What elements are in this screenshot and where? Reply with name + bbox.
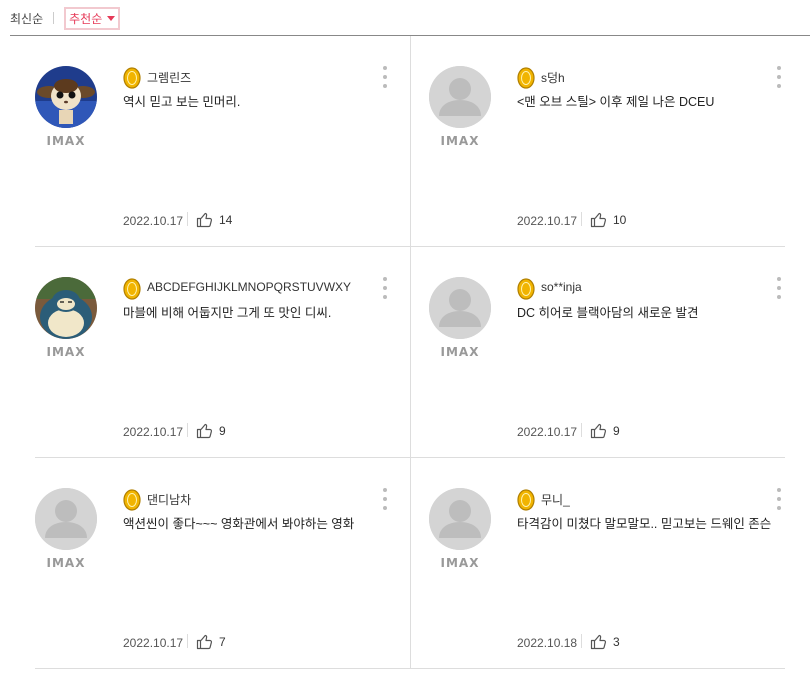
chevron-down-icon	[107, 15, 116, 21]
more-options-icon[interactable]	[772, 66, 786, 88]
review-text: <맨 오브 스틸> 이후 제일 나은 DCEU	[517, 95, 715, 109]
format-badge: IMAX	[440, 134, 480, 148]
gold-medal-icon	[123, 67, 141, 89]
divider	[581, 423, 582, 437]
review-card: IMAX so**inja DC 히어로 블랙아담의 새로운 발견 2022.1…	[429, 247, 804, 458]
review-date: 2022.10.17	[123, 425, 184, 439]
review-date: 2022.10.17	[123, 636, 184, 650]
sort-recommended-label: 추천순	[69, 11, 103, 26]
gold-medal-icon	[517, 278, 535, 300]
divider	[187, 634, 188, 648]
gold-medal-icon	[123, 489, 141, 511]
like-count: 9	[219, 423, 226, 438]
gold-medal-icon	[517, 489, 535, 511]
gold-medal-icon	[123, 278, 141, 300]
review-card: IMAX 댄디남차 액션씬이 좋다~~~ 영화관에서 봐야하는 영화 2022.…	[35, 458, 410, 669]
default-avatar[interactable]	[429, 488, 491, 550]
review-date: 2022.10.17	[123, 214, 184, 228]
like-count: 10	[613, 212, 627, 227]
more-options-icon[interactable]	[378, 277, 392, 299]
like-button[interactable]: 9	[196, 422, 226, 439]
like-count: 9	[613, 423, 620, 438]
review-text: 액션씬이 좋다~~~ 영화관에서 봐야하는 영화	[123, 517, 355, 531]
review-card: IMAX 무니_ 타격감이 미쳤다 말모말모.. 믿고보는 드웨인 존슨 202…	[429, 458, 804, 669]
sort-recommended-button[interactable]: 추천순	[64, 6, 121, 30]
like-button[interactable]: 9	[590, 422, 620, 439]
reviewer-name[interactable]: ABCDEFGHIJKLMNOPQRSTUVWXY	[147, 280, 351, 294]
divider	[187, 212, 188, 226]
like-button[interactable]: 7	[196, 633, 226, 650]
thumbs-up-icon	[196, 423, 213, 439]
more-options-icon[interactable]	[772, 277, 786, 299]
divider	[581, 634, 582, 648]
default-avatar[interactable]	[35, 488, 97, 550]
format-badge: IMAX	[46, 134, 86, 148]
format-badge: IMAX	[440, 345, 480, 359]
review-date: 2022.10.17	[517, 214, 578, 228]
review-card: IMAX ABCDEFGHIJKLMNOPQRSTUVWXY 마블에 비해 어둡…	[35, 247, 410, 458]
like-count: 3	[613, 634, 620, 649]
gold-medal-icon	[517, 67, 535, 89]
review-date: 2022.10.18	[517, 636, 578, 650]
review-date: 2022.10.17	[517, 425, 578, 439]
default-avatar[interactable]	[429, 66, 491, 128]
thumbs-up-icon	[590, 212, 607, 228]
format-badge: IMAX	[46, 556, 86, 570]
more-options-icon[interactable]	[378, 488, 392, 510]
thumbs-up-icon	[590, 423, 607, 439]
thumbs-up-icon	[196, 634, 213, 650]
more-options-icon[interactable]	[772, 488, 786, 510]
reviewer-name[interactable]: so**inja	[541, 280, 582, 294]
sort-latest-button[interactable]: 최신순	[10, 10, 43, 27]
reviewer-name[interactable]: s덩h	[541, 69, 565, 86]
avatar[interactable]	[35, 277, 97, 339]
review-text: DC 히어로 블랙아담의 새로운 발견	[517, 306, 699, 320]
more-options-icon[interactable]	[378, 66, 392, 88]
format-badge: IMAX	[440, 556, 480, 570]
thumbs-up-icon	[590, 634, 607, 650]
review-grid: IMAX 그렘린즈 역시 믿고 보는 민머리. 2022.10.17 14 IM…	[35, 36, 785, 669]
reviewer-name[interactable]: 그렘린즈	[147, 69, 191, 86]
thumbs-up-icon	[196, 212, 213, 228]
review-text: 타격감이 미쳤다 말모말모.. 믿고보는 드웨인 존슨	[517, 517, 772, 531]
reviewer-name[interactable]: 무니_	[541, 491, 570, 508]
like-count: 14	[219, 212, 233, 227]
sort-divider	[53, 12, 55, 24]
review-card: IMAX 그렘린즈 역시 믿고 보는 민머리. 2022.10.17 14	[35, 36, 410, 247]
like-count: 7	[219, 634, 226, 649]
like-button[interactable]: 3	[590, 633, 620, 650]
default-avatar[interactable]	[429, 277, 491, 339]
like-button[interactable]: 10	[590, 211, 626, 228]
divider	[581, 212, 582, 226]
column-divider	[410, 36, 411, 669]
like-button[interactable]: 14	[196, 211, 232, 228]
review-text: 마블에 비해 어둡지만 그게 또 맛인 디씨.	[123, 306, 332, 320]
reviewer-name[interactable]: 댄디남차	[147, 491, 191, 508]
format-badge: IMAX	[46, 345, 86, 359]
sort-bar: 최신순 추천순	[10, 5, 121, 31]
review-text: 역시 믿고 보는 민머리.	[123, 95, 241, 109]
divider	[187, 423, 188, 437]
review-card: IMAX s덩h <맨 오브 스틸> 이후 제일 나은 DCEU 2022.10…	[429, 36, 804, 247]
avatar[interactable]	[35, 66, 97, 128]
